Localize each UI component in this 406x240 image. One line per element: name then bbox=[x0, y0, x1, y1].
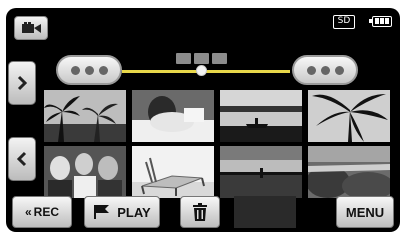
thumbnail[interactable] bbox=[44, 90, 126, 142]
thumbnail[interactable] bbox=[220, 146, 302, 198]
thumbnail-image bbox=[44, 90, 126, 142]
flag-icon bbox=[94, 205, 110, 219]
thumbnail[interactable] bbox=[44, 146, 126, 198]
play-button-label: PLAY bbox=[117, 204, 151, 220]
page-dot bbox=[212, 53, 227, 64]
next-page-pill[interactable] bbox=[292, 55, 358, 85]
sd-card-badge: SD bbox=[333, 15, 355, 29]
page-dot bbox=[194, 53, 209, 64]
menu-button-label: MENU bbox=[345, 204, 385, 220]
play-button[interactable]: PLAY bbox=[84, 196, 160, 228]
thumbnail[interactable] bbox=[220, 90, 302, 142]
thumbnail-image bbox=[220, 90, 302, 142]
thumbnail-image bbox=[132, 146, 214, 198]
video-mode-button[interactable] bbox=[14, 16, 48, 40]
pill-dot bbox=[320, 65, 330, 75]
trash-icon bbox=[193, 203, 207, 221]
chevron-right-icon bbox=[17, 75, 27, 91]
menu-button[interactable]: MENU bbox=[336, 196, 394, 228]
empty-toolbar-slot bbox=[234, 196, 296, 228]
page-indicator bbox=[176, 53, 227, 64]
page-dot bbox=[176, 53, 191, 64]
page-slider-thumb[interactable] bbox=[196, 65, 207, 76]
video-camera-icon bbox=[22, 22, 41, 33]
double-chevron-left-icon: « bbox=[24, 205, 32, 219]
pill-dot bbox=[98, 65, 108, 75]
thumbnail[interactable] bbox=[308, 90, 390, 142]
thumbnail[interactable] bbox=[132, 90, 214, 142]
thumbnail-image bbox=[220, 146, 302, 198]
thumbnail-image bbox=[44, 146, 126, 198]
battery-icon bbox=[369, 16, 392, 27]
thumbnail-image bbox=[132, 90, 214, 142]
rec-button-label: REC bbox=[33, 205, 60, 219]
thumbnail-image bbox=[308, 146, 390, 198]
thumbnail-image bbox=[308, 90, 390, 142]
thumbnail[interactable] bbox=[132, 146, 214, 198]
pill-dot bbox=[84, 65, 94, 75]
pill-dot bbox=[306, 65, 316, 75]
previous-page-pill[interactable] bbox=[56, 55, 122, 85]
playback-screen: SD « REC PLAY MENU bbox=[6, 8, 400, 232]
thumbnail[interactable] bbox=[308, 146, 390, 198]
chevron-left-icon bbox=[17, 151, 27, 167]
previous-button[interactable] bbox=[8, 137, 36, 181]
rec-button[interactable]: « REC bbox=[12, 196, 72, 228]
pill-dot bbox=[70, 65, 80, 75]
delete-button[interactable] bbox=[180, 196, 220, 228]
next-button[interactable] bbox=[8, 61, 36, 105]
pill-dot bbox=[334, 65, 344, 75]
